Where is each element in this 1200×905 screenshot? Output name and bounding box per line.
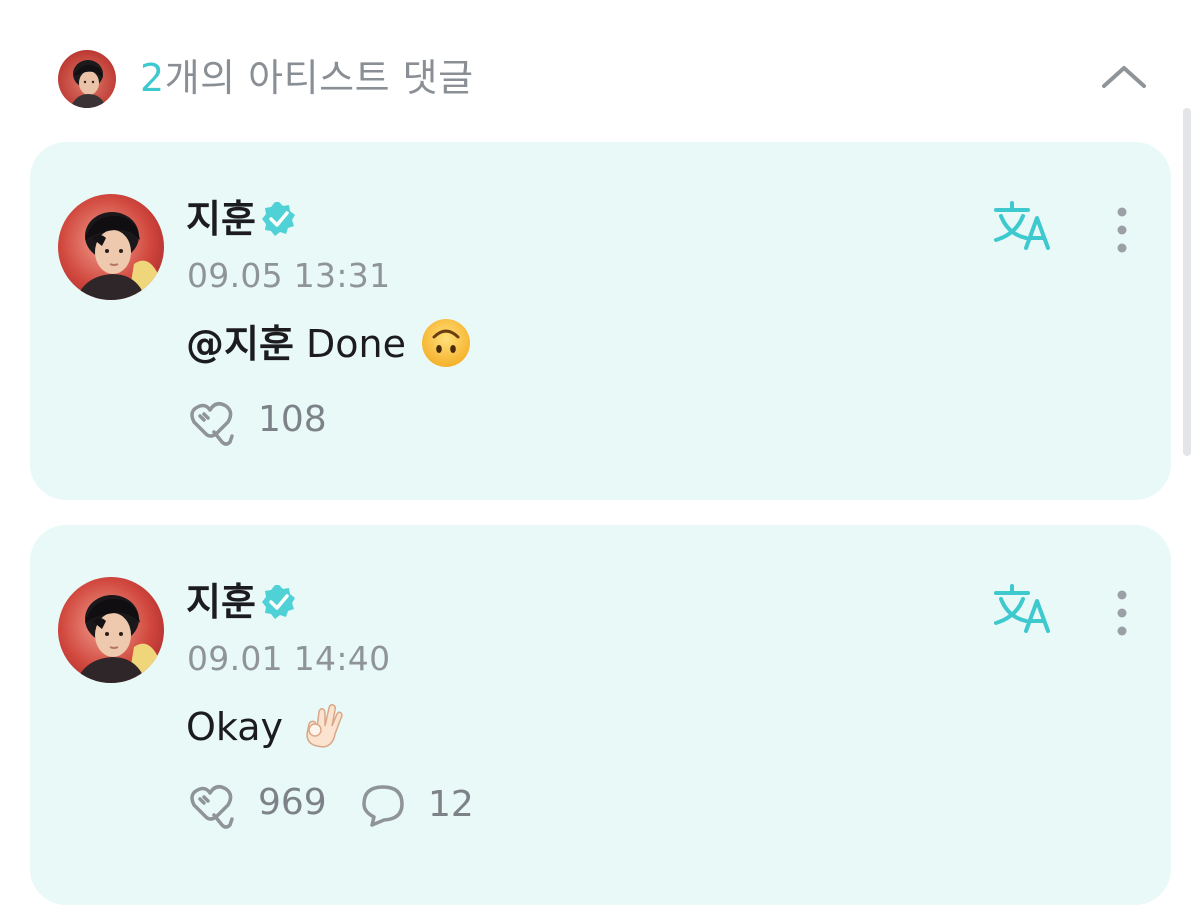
comment-text: Okay <box>186 705 284 749</box>
scrollbar[interactable] <box>1183 108 1191 456</box>
comment-author[interactable]: 지훈 <box>186 196 256 242</box>
artist-comments-header[interactable]: 2개의 아티스트 댓글 <box>0 0 1200 140</box>
comment-card: 지훈 09.01 14:40 Okay 969 12 <box>30 525 1171 905</box>
verified-badge-icon <box>260 200 298 238</box>
like-count: 108 <box>258 399 327 440</box>
heart-cheer-icon <box>186 396 238 448</box>
artist-comment-count: 2 <box>140 56 165 100</box>
comment-body: Okay <box>186 703 349 756</box>
artist-comments-title: 2개의 아티스트 댓글 <box>140 56 474 100</box>
comment-mention[interactable]: @지훈 <box>186 322 294 366</box>
comment-body: @지훈 Done <box>186 317 472 373</box>
reply-count: 12 <box>428 784 474 825</box>
verified-badge-icon <box>260 583 298 621</box>
header-avatar <box>58 50 116 108</box>
upside-down-face-emoji-icon <box>420 317 472 369</box>
more-options-icon[interactable] <box>1106 585 1138 641</box>
comment-text: Done <box>293 322 406 366</box>
artist-comments-label: 개의 아티스트 댓글 <box>164 56 474 100</box>
comment-timestamp: 09.01 14:40 <box>187 639 391 678</box>
chevron-up-icon[interactable] <box>1098 58 1150 94</box>
ok-hand-emoji-icon <box>297 700 349 752</box>
translate-icon[interactable] <box>992 583 1056 635</box>
translate-icon[interactable] <box>992 200 1056 252</box>
avatar[interactable] <box>58 194 164 300</box>
heart-cheer-icon <box>186 779 238 831</box>
more-options-icon[interactable] <box>1106 202 1138 258</box>
speech-bubble-icon <box>360 783 406 829</box>
avatar[interactable] <box>58 577 164 683</box>
comment-author[interactable]: 지훈 <box>186 579 256 625</box>
like-count: 969 <box>258 782 327 823</box>
comment-timestamp: 09.05 13:31 <box>187 256 391 295</box>
comment-card: 지훈 09.05 13:31 @지훈 Done 108 <box>30 142 1171 500</box>
